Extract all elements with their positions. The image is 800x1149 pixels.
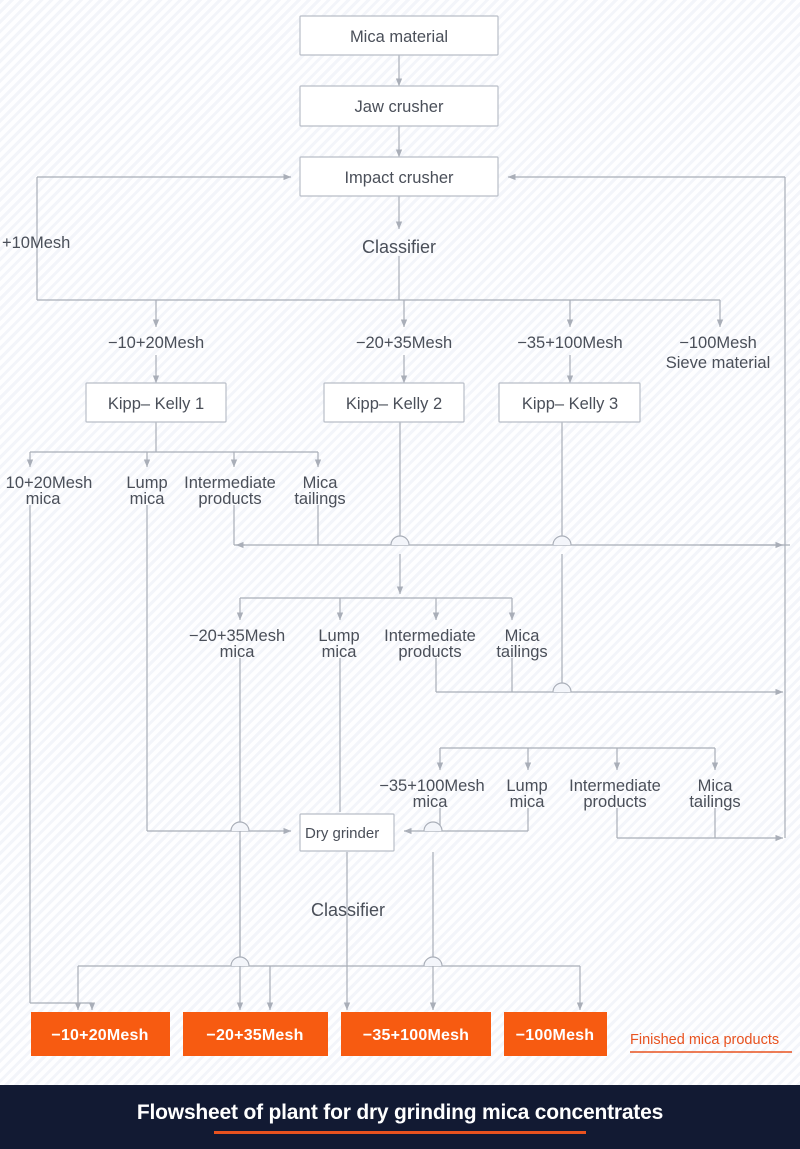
hop-c1	[230, 956, 250, 967]
product-label-2: −20+35Mesh	[206, 1027, 303, 1044]
label-kk2-intermediate-l2: products	[398, 643, 461, 661]
label-stream-s4-line2: Sieve material	[666, 354, 771, 372]
caption-inner: Flowsheet of plant for dry grinding mica…	[0, 1085, 800, 1149]
label-jaw-crusher: Jaw crusher	[355, 98, 444, 116]
label-kk2-product-l2: mica	[220, 643, 256, 661]
flowchart-svg: Mica material Jaw crusher Impact crusher…	[2, 15, 792, 1056]
label-kk1-tailings-l2: tailings	[294, 490, 345, 508]
label-stream-s4-line1: −100Mesh	[679, 334, 757, 352]
label-kk1-product-l2: mica	[26, 490, 62, 508]
hop-d2	[423, 821, 443, 832]
product-label-3: −35+100Mesh	[363, 1027, 469, 1044]
hop-a1	[390, 535, 410, 546]
diagram-canvas: Mica material Jaw crusher Impact crusher…	[0, 0, 800, 1085]
label-stream-s2: −20+35Mesh	[356, 334, 452, 352]
label-kk2-tailings-l2: tailings	[496, 643, 547, 661]
label-classifier-bottom: Classifier	[311, 900, 385, 920]
label-kipp-kelly-1: Kipp– Kelly 1	[108, 395, 204, 413]
label-kk3-intermediate-l2: products	[583, 793, 646, 811]
finished-products-legend: Finished mica products	[630, 1032, 779, 1048]
label-dry-grinder: Dry grinder	[305, 825, 379, 842]
hop-c2	[423, 956, 443, 967]
label-stream-oversize: +10Mesh	[2, 234, 70, 252]
label-stream-s1: −10+20Mesh	[108, 334, 204, 352]
product-label-4: −100Mesh	[516, 1027, 595, 1044]
label-kipp-kelly-2: Kipp– Kelly 2	[346, 395, 442, 413]
hop-d1	[230, 821, 250, 832]
hop-a2	[552, 535, 572, 546]
label-stream-s3: −35+100Mesh	[517, 334, 623, 352]
caption-bar: Flowsheet of plant for dry grinding mica…	[0, 1085, 800, 1149]
label-impact-crusher: Impact crusher	[344, 169, 454, 187]
label-kk3-lump-l2: mica	[510, 793, 546, 811]
label-kipp-kelly-3: Kipp– Kelly 3	[522, 395, 618, 413]
caption-underline	[214, 1130, 586, 1134]
product-label-1: −10+20Mesh	[51, 1027, 148, 1044]
label-mica-material: Mica material	[350, 28, 448, 46]
label-kk3-product-l2: mica	[413, 793, 449, 811]
hop-b1	[552, 682, 572, 693]
label-kk2-lump-l2: mica	[322, 643, 358, 661]
flowsheet-page: Mica material Jaw crusher Impact crusher…	[0, 0, 800, 1149]
label-kk3-tailings-l2: tailings	[689, 793, 740, 811]
caption-title: Flowsheet of plant for dry grinding mica…	[136, 1100, 664, 1124]
label-classifier-top: Classifier	[362, 237, 436, 257]
label-kk1-lump-l2: mica	[130, 490, 166, 508]
label-kk1-intermediate-l2: products	[198, 490, 261, 508]
